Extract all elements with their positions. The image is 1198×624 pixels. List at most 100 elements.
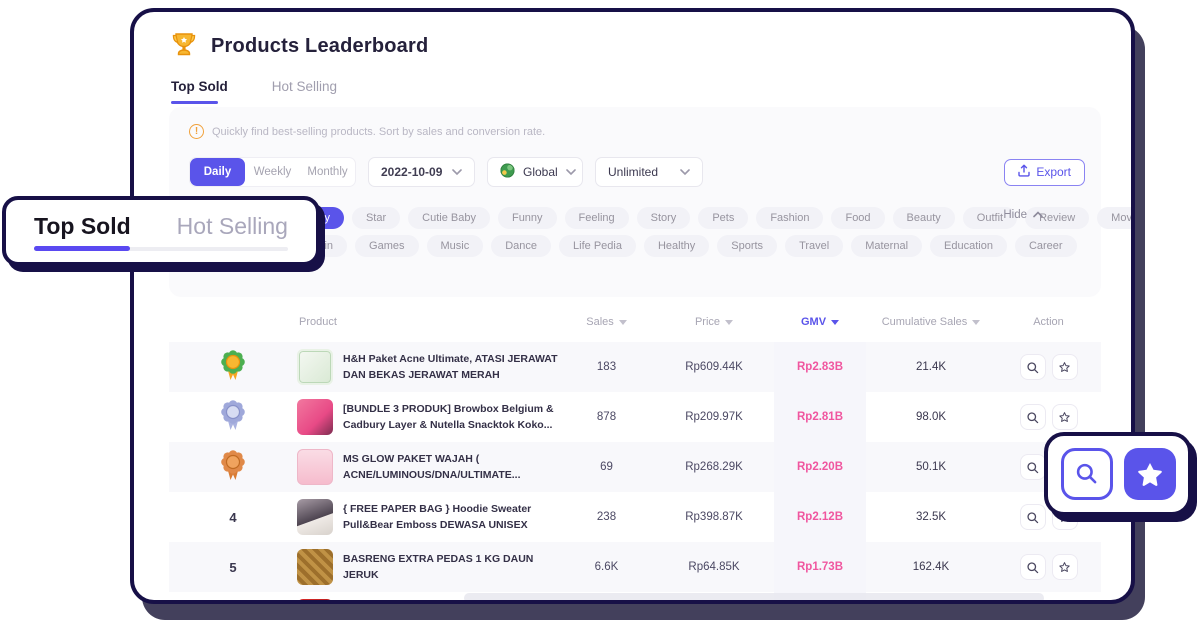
tag-beauty[interactable]: Beauty (893, 207, 955, 229)
price-cell: Rp64.85K (654, 561, 774, 573)
price-cell: Rp398.87K (654, 511, 774, 523)
gmv-cell: Rp2.81B (774, 392, 866, 442)
controls-row: Daily Weekly Monthly 2022-10-09 (189, 157, 1085, 187)
product-title: MS GLOW PAKET WAJAH ( ACNE/LUMINOUS/DNA/… (343, 451, 559, 484)
tags-row-2: Entertain Games Music Dance Life Pedia H… (275, 235, 1077, 257)
column-sales[interactable]: Sales (559, 316, 654, 328)
search-product-button[interactable] (1020, 454, 1046, 480)
product-cell[interactable]: MS GLOW PAKET WAJAH ( ACNE/LUMINOUS/DNA/… (269, 449, 559, 485)
tag-movie[interactable]: Movie (1097, 207, 1135, 229)
column-cumulative-sales[interactable]: Cumulative Sales (866, 316, 996, 328)
tag-music[interactable]: Music (427, 235, 484, 257)
product-thumbnail (297, 549, 333, 585)
tag-story[interactable]: Story (637, 207, 691, 229)
tag-pets[interactable]: Pets (698, 207, 748, 229)
favorite-product-button[interactable] (1052, 354, 1078, 380)
tag-life-pedia[interactable]: Life Pedia (559, 235, 636, 257)
tag-healthy[interactable]: Healthy (644, 235, 709, 257)
horizontal-scrollbar[interactable] (464, 593, 1044, 603)
rank-cell (169, 400, 269, 435)
product-thumbnail (297, 349, 333, 385)
tag-feeling[interactable]: Feeling (565, 207, 629, 229)
favorite-product-button[interactable] (1052, 404, 1078, 430)
tag-food[interactable]: Food (831, 207, 884, 229)
tag-cutie-baby[interactable]: Cutie Baby (408, 207, 490, 229)
product-thumbnail (297, 449, 333, 485)
tag-star[interactable]: Star (352, 207, 400, 229)
sales-cell: 238 (559, 511, 654, 523)
product-cell[interactable]: { FREE PAPER BAG } Hoodie Sweater Pull&B… (269, 499, 559, 535)
rank-cell (169, 350, 269, 385)
search-product-button[interactable] (1020, 554, 1046, 580)
search-product-button[interactable] (1020, 354, 1046, 380)
limit-select[interactable]: Unlimited (595, 157, 703, 187)
tab-hot-selling[interactable]: Hot Selling (272, 79, 337, 104)
column-sales-label: Sales (586, 316, 614, 328)
sales-cell: 6.6K (559, 561, 654, 573)
tag-travel[interactable]: Travel (785, 235, 843, 257)
product-title: H&H Paket Acne Ultimate, ATASI JERAWAT D… (343, 351, 559, 384)
product-cell[interactable]: BASRENG EXTRA PEDAS 1 KG DAUN JERUK (269, 549, 559, 585)
period-weekly-button[interactable]: Weekly (245, 158, 300, 186)
chevron-down-icon (566, 165, 576, 179)
product-thumbnail (297, 399, 333, 435)
product-cell[interactable]: [BUNDLE 3 PRODUK] Browbox Belgium & Cadb… (269, 399, 559, 435)
column-gmv[interactable]: GMV (774, 316, 866, 328)
sales-cell: 878 (559, 411, 654, 423)
tab-top-sold-label: Top Sold (171, 79, 228, 94)
search-icon (1026, 561, 1039, 574)
callout-tab-hot-selling[interactable]: Hot Selling (177, 213, 288, 240)
gmv-cell: Rp2.20B (774, 442, 866, 492)
star-icon (1058, 361, 1071, 374)
date-select[interactable]: 2022-10-09 (368, 157, 475, 187)
favorite-product-button-large[interactable] (1124, 448, 1176, 500)
search-product-button[interactable] (1020, 504, 1046, 530)
callout-tab-top-sold[interactable]: Top Sold (34, 213, 131, 240)
period-monthly-button[interactable]: Monthly (300, 158, 355, 186)
chevron-down-icon (452, 165, 462, 179)
product-cell[interactable]: H&H Paket Acne Ultimate, ATASI JERAWAT D… (269, 349, 559, 385)
date-value: 2022-10-09 (381, 165, 444, 179)
active-tab-underline (171, 101, 218, 104)
tag-fashion[interactable]: Fashion (756, 207, 823, 229)
rank-cell: 4 (169, 510, 269, 525)
sort-caret-icon (972, 320, 980, 325)
price-cell: Rp609.44K (654, 361, 774, 373)
action-cell (996, 404, 1101, 430)
cumulative-cell: 50.1K (866, 461, 996, 473)
tag-dance[interactable]: Dance (491, 235, 551, 257)
tag-funny[interactable]: Funny (498, 207, 557, 229)
export-button[interactable]: Export (1004, 159, 1085, 186)
search-product-button-large[interactable] (1061, 448, 1113, 500)
tab-top-sold[interactable]: Top Sold (171, 79, 228, 104)
cumulative-cell: 21.4K (866, 361, 996, 373)
chevron-down-icon (680, 165, 690, 179)
tag-career[interactable]: Career (1015, 235, 1077, 257)
rank-cell (169, 450, 269, 485)
tab-bar: Top Sold Hot Selling (171, 79, 337, 104)
table-header: Product Sales Price GMV Cumulative Sales (169, 302, 1101, 342)
sort-caret-icon (831, 320, 839, 325)
tag-maternal[interactable]: Maternal (851, 235, 922, 257)
search-icon (1074, 461, 1100, 487)
period-daily-button[interactable]: Daily (190, 158, 245, 186)
product-title: BASRENG EXTRA PEDAS 1 KG DAUN JERUK (343, 551, 559, 584)
products-table: Product Sales Price GMV Cumulative Sales (169, 302, 1101, 604)
table-row: 5 BASRENG EXTRA PEDAS 1 KG DAUN JERUK 6.… (169, 542, 1101, 592)
search-icon (1026, 361, 1039, 374)
tag-education[interactable]: Education (930, 235, 1007, 257)
tag-games[interactable]: Games (355, 235, 418, 257)
column-product[interactable]: Product (269, 316, 559, 328)
actions-zoom-callout (1044, 432, 1192, 516)
action-cell (996, 554, 1101, 580)
favorite-product-button[interactable] (1052, 554, 1078, 580)
gold-medal-icon (220, 350, 246, 385)
star-icon (1058, 411, 1071, 424)
tag-sports[interactable]: Sports (717, 235, 777, 257)
region-select[interactable]: Global (487, 157, 583, 187)
search-product-button[interactable] (1020, 404, 1046, 430)
hide-tags-toggle[interactable]: Hide (1003, 209, 1043, 221)
callout-tab-track (34, 247, 288, 251)
sales-cell: 183 (559, 361, 654, 373)
column-price[interactable]: Price (654, 316, 774, 328)
